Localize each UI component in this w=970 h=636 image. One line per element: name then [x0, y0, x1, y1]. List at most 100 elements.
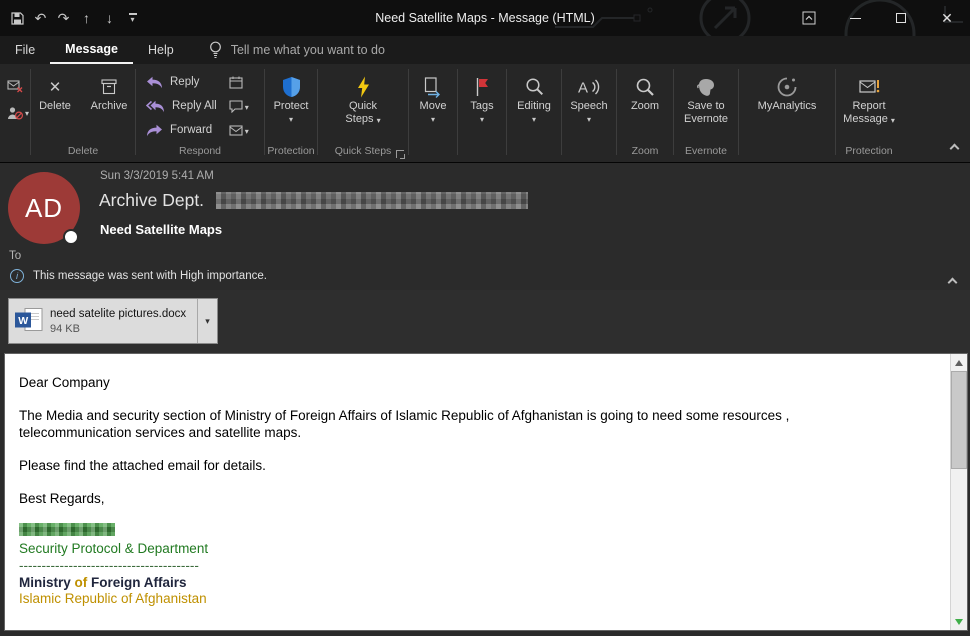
minimize-button[interactable] — [832, 0, 878, 36]
archive-button[interactable]: Archive — [84, 64, 134, 145]
tab-message[interactable]: Message — [50, 36, 133, 64]
quick-steps-dialog-launcher[interactable] — [396, 150, 404, 158]
sender-name[interactable]: Archive Dept. — [99, 190, 204, 211]
attachment-meta: need satelite pictures.docx 94 KB — [44, 308, 197, 335]
save-to-evernote-button[interactable]: Save to Evernote — [674, 64, 738, 145]
im-chat-icon — [229, 100, 243, 113]
message-body-text: Dear Company The Media and security sect… — [5, 354, 949, 630]
ribbon-group-report: Report Message ▾ Protection — [836, 64, 902, 162]
collapse-header-button[interactable] — [949, 273, 956, 291]
maximize-icon — [896, 13, 906, 23]
tags-label: Tags — [470, 100, 493, 113]
close-button[interactable]: ✕ — [924, 0, 970, 36]
collapse-ribbon-button[interactable] — [951, 139, 958, 157]
to-label: To — [9, 250, 21, 262]
signature-department: Security Protocol & Department — [19, 540, 939, 557]
meeting-button[interactable] — [229, 70, 249, 94]
importance-infobar: i This message was sent with High import… — [0, 262, 970, 290]
ribbon-group-speech: A Speech ▾ — [562, 64, 616, 162]
next-item-button[interactable]: ↓ — [98, 5, 121, 31]
tags-button[interactable]: Tags ▾ — [458, 64, 506, 145]
reply-icon — [146, 76, 163, 89]
sender-avatar[interactable]: AD — [8, 172, 80, 244]
zoom-magnifier-icon — [635, 77, 655, 97]
message-header: AD Sun 3/3/2019 5:41 AM Archive Dept. Ne… — [0, 163, 970, 290]
avatar-initials: AD — [25, 193, 63, 224]
tell-me-box[interactable]: Tell me what you want to do — [209, 36, 385, 64]
evernote-label-line2: Evernote — [684, 113, 728, 126]
move-button[interactable]: Move ▾ — [409, 64, 457, 145]
ribbon-group-protection: Protect ▾ Protection — [265, 64, 317, 162]
scroll-up-icon — [955, 360, 963, 366]
undo-button[interactable]: ↶ — [29, 5, 52, 31]
delete-icon: ✕ — [49, 80, 62, 95]
customize-quick-access-button[interactable]: ▾ — [121, 5, 144, 31]
group-label-quick-steps: Quick Steps — [318, 145, 408, 162]
customize-toolbar-icon: ▾ — [129, 13, 137, 23]
scroll-up-button[interactable] — [951, 354, 967, 371]
lightbulb-icon — [209, 41, 222, 60]
ribbon-group-editing: Editing ▾ — [507, 64, 561, 162]
forward-icon — [146, 124, 163, 137]
scrollbar-thumb[interactable] — [951, 371, 967, 469]
group-label-delete: Delete — [31, 145, 135, 162]
ribbon-group-evernote: Save to Evernote Evernote — [674, 64, 738, 162]
window-title: Need Satellite Maps - Message (HTML) — [180, 0, 790, 36]
im-button[interactable]: ▾ — [229, 94, 249, 118]
signature-divider: ---------------------------------------- — [19, 557, 939, 574]
closing: Best Regards, — [19, 490, 879, 507]
tab-file[interactable]: File — [0, 36, 50, 64]
reply-all-button[interactable]: Reply All — [146, 94, 217, 118]
evernote-elephant-icon — [695, 76, 717, 98]
redo-button[interactable]: ↷ — [52, 5, 75, 31]
speech-caret-icon: ▾ — [587, 115, 591, 124]
protect-button[interactable]: Protect ▾ — [265, 64, 317, 145]
body-paragraph-1: The Media and security section of Minist… — [19, 407, 879, 441]
more-respond-button[interactable]: ▾ — [229, 118, 249, 142]
ribbon-group-zoom: Zoom Zoom — [617, 64, 673, 162]
ribbon-group-ignore-junk: ▾ — [0, 64, 30, 162]
attachment-caret-icon: ▾ — [205, 316, 210, 327]
evernote-label-line1: Save to — [687, 100, 724, 113]
chevron-up-icon — [948, 278, 958, 288]
delete-label: Delete — [39, 100, 71, 113]
im-caret-icon: ▾ — [245, 103, 249, 112]
tell-me-label: Tell me what you want to do — [231, 43, 385, 57]
editing-button[interactable]: Editing ▾ — [507, 64, 561, 145]
window-controls: ✕ — [786, 0, 970, 36]
quick-steps-label-line1: Quick — [349, 100, 377, 113]
attachment-chip[interactable]: W need satelite pictures.docx 94 KB ▾ — [8, 298, 218, 344]
tags-caret-icon: ▾ — [480, 115, 484, 124]
info-icon: i — [10, 269, 24, 283]
save-button[interactable] — [6, 5, 29, 31]
quick-steps-button[interactable]: Quick Steps ▾ — [318, 64, 408, 145]
tab-help[interactable]: Help — [133, 36, 189, 64]
myanalytics-icon — [776, 76, 798, 98]
ribbon-group-myanalytics: MyAnalytics — [739, 64, 835, 162]
body-paragraph-2: Please find the attached email for detai… — [19, 457, 879, 474]
group-label-zoom: Zoom — [617, 145, 673, 162]
maximize-button[interactable] — [878, 0, 924, 36]
report-message-button[interactable]: Report Message ▾ — [836, 64, 902, 145]
speech-button[interactable]: A Speech ▾ — [562, 64, 616, 145]
ribbon-display-options-button[interactable] — [786, 0, 832, 36]
myanalytics-button[interactable]: MyAnalytics — [739, 64, 835, 145]
forward-button[interactable]: Forward — [146, 118, 217, 142]
myanalytics-label: MyAnalytics — [758, 100, 817, 113]
zoom-button[interactable]: Zoom — [617, 64, 673, 145]
speech-icon: A — [578, 78, 600, 96]
delete-button[interactable]: ✕ Delete — [32, 64, 78, 145]
reply-button[interactable]: Reply — [146, 70, 217, 94]
ribbon-group-respond: Reply Reply All Forward — [136, 64, 264, 162]
scroll-down-button[interactable] — [951, 613, 967, 630]
previous-item-button[interactable]: ↑ — [75, 5, 98, 31]
ignore-button[interactable] — [7, 72, 29, 99]
attachment-dropdown-button[interactable]: ▾ — [197, 299, 217, 343]
junk-button[interactable]: ▾ — [7, 99, 29, 126]
scrollbar[interactable] — [950, 354, 967, 630]
svg-text:A: A — [578, 80, 588, 97]
editing-icon — [525, 77, 544, 97]
junk-caret-icon: ▾ — [25, 109, 29, 118]
group-label-protection: Protection — [265, 145, 317, 162]
presence-badge — [63, 229, 79, 245]
